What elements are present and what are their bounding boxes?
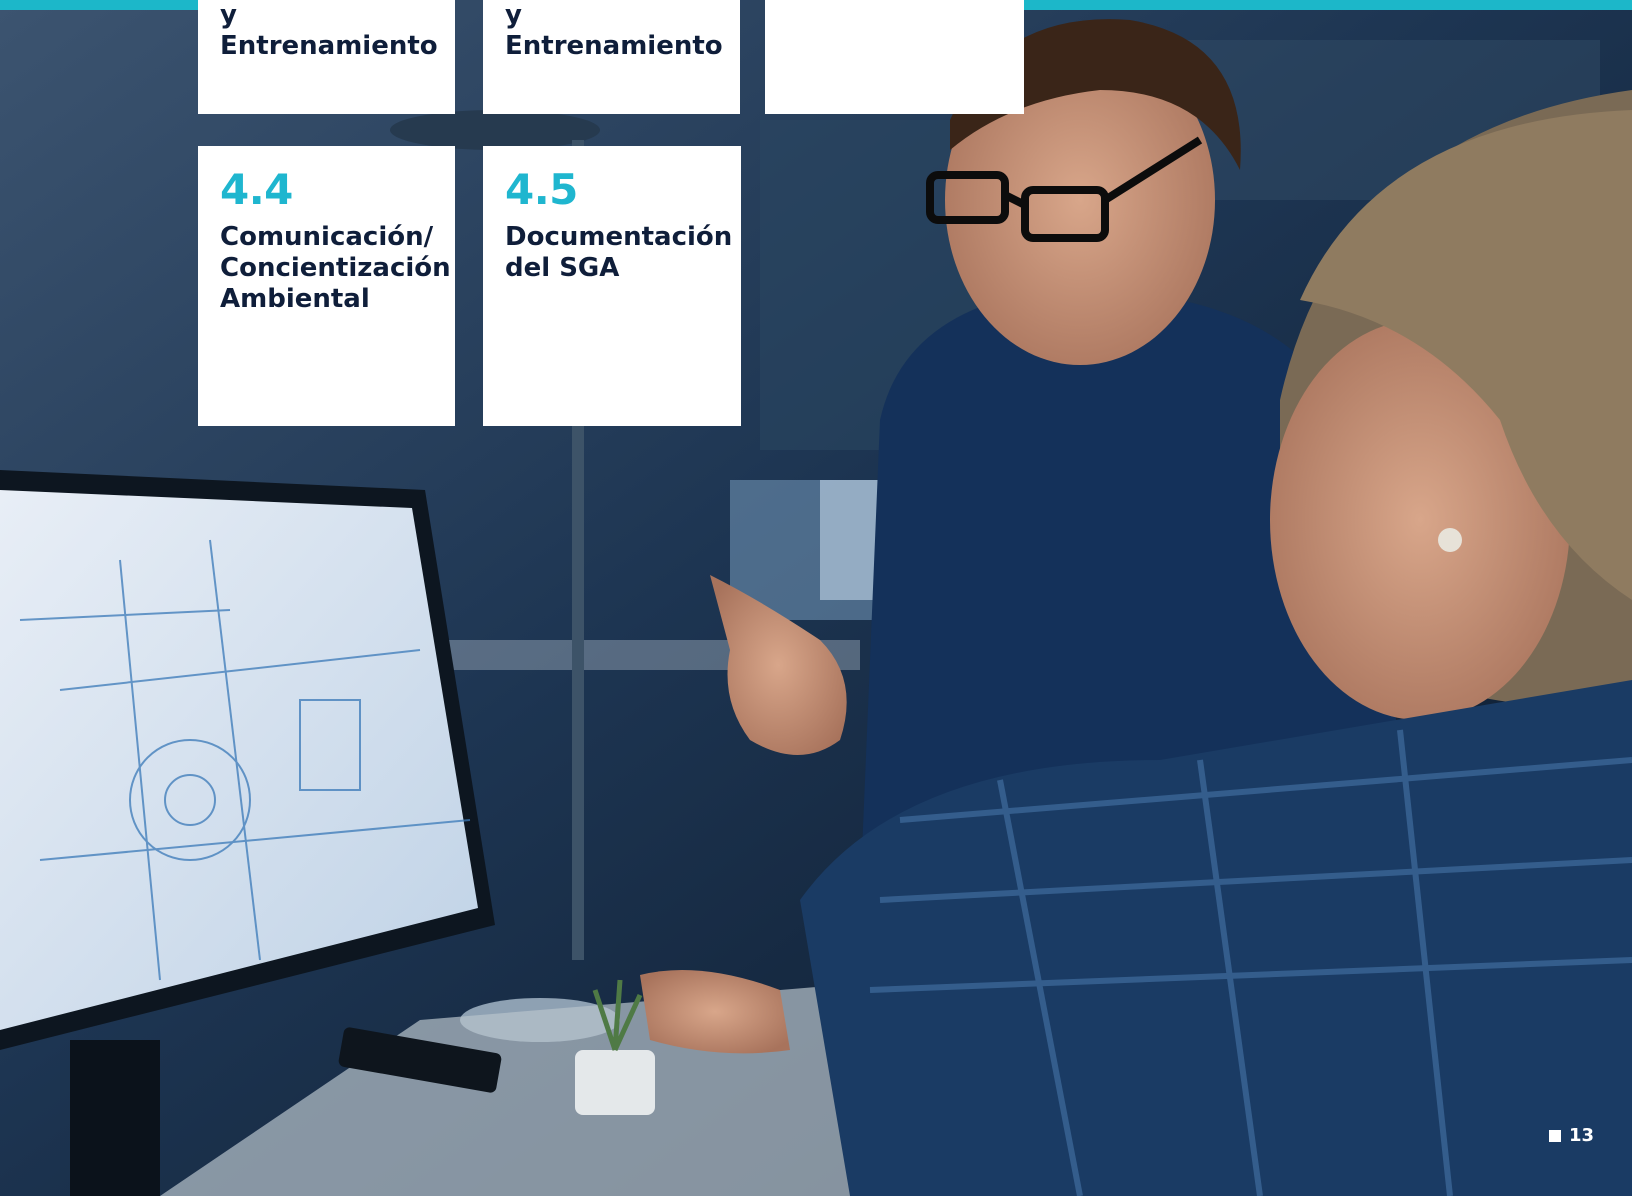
module-card-blank: [765, 0, 1024, 114]
card-number: 4.4: [220, 165, 293, 214]
card-title: Comunicación/ Concientización Ambiental: [220, 222, 451, 314]
card-title: Documentación del SGA: [505, 222, 733, 283]
module-card-4-3[interactable]: y Entrenamiento: [483, 0, 740, 114]
card-number: 4.5: [505, 165, 578, 214]
module-card-4-5[interactable]: 4.5 Documentación del SGA: [483, 146, 741, 426]
top-accent-bar-right: [1024, 0, 1632, 10]
card-title: y Entrenamiento: [505, 0, 723, 61]
square-icon: [1548, 1129, 1561, 1142]
page-number: 13: [1548, 1125, 1594, 1146]
card-title: y Entrenamiento: [220, 0, 438, 61]
module-card-4-4[interactable]: 4.4 Comunicación/ Concientización Ambien…: [198, 146, 455, 426]
module-card-4-2[interactable]: y Entrenamiento: [198, 0, 455, 114]
page-number-text: 13: [1568, 1125, 1594, 1146]
top-accent-bar-left: [0, 0, 198, 10]
